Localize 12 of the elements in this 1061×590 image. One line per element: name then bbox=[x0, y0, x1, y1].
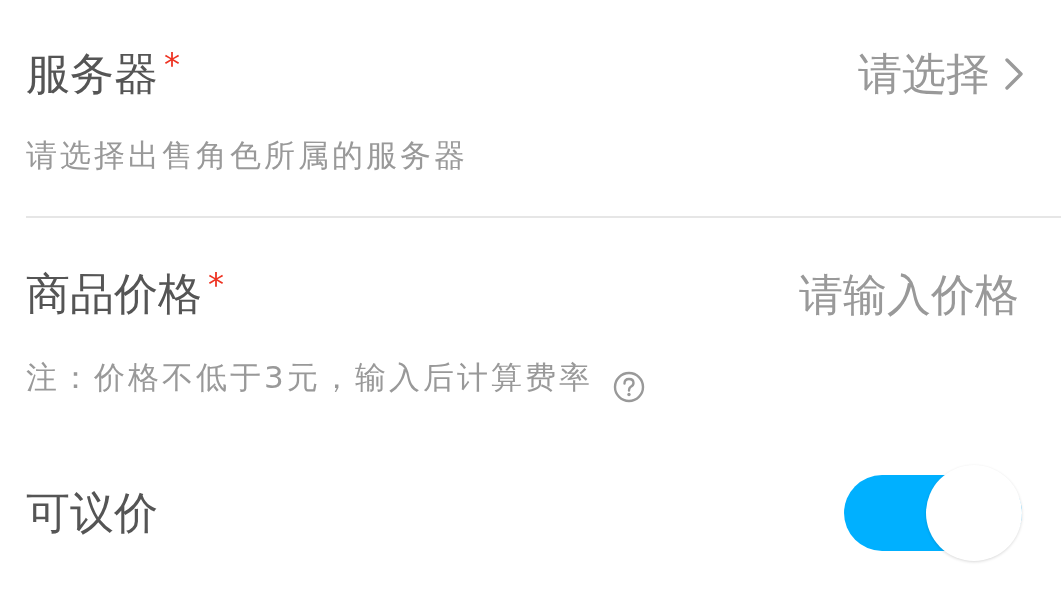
negotiable-toggle[interactable] bbox=[842, 463, 1024, 563]
field-label: 服务器 bbox=[26, 47, 158, 101]
chevron-icon bbox=[1004, 57, 1024, 91]
required-mark: * bbox=[164, 47, 180, 80]
field-label: 可议价 bbox=[26, 486, 158, 540]
field-hint: 请选择出售角色所属的服务器 bbox=[26, 136, 469, 175]
price-input[interactable]: 请输入价格 bbox=[619, 268, 1019, 320]
field-label: 商品价格 bbox=[26, 267, 202, 321]
help-icon[interactable] bbox=[612, 371, 645, 403]
server-picker[interactable]: 请选择 bbox=[858, 44, 1024, 104]
required-mark: * bbox=[208, 267, 224, 300]
field-hint: 注：价格不低于3元，输入后计算费率 bbox=[26, 358, 593, 397]
